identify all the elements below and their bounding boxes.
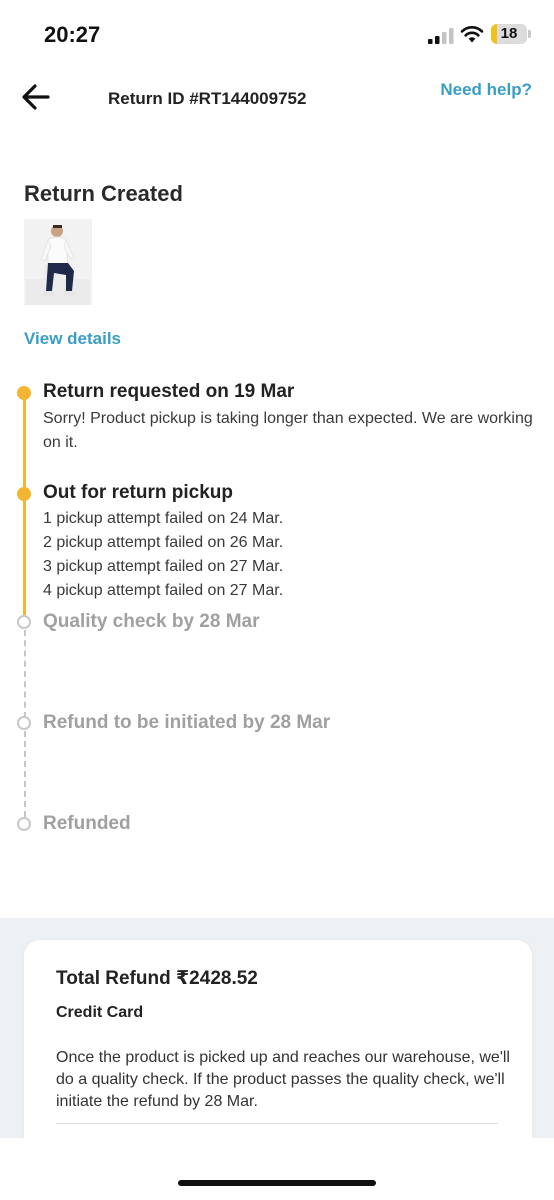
refund-method: Credit Card bbox=[56, 1004, 144, 1021]
pickup-attempt-item: 4 pickup attempt failed on 27 Mar. bbox=[43, 582, 284, 599]
timeline-line-pending bbox=[24, 630, 26, 718]
timeline-dot-completed bbox=[17, 386, 31, 400]
cellular-signal-icon bbox=[428, 28, 454, 44]
timeline-line-pending bbox=[24, 731, 26, 817]
product-image bbox=[24, 219, 92, 305]
arrow-left-icon bbox=[22, 84, 50, 110]
status-time: 20:27 bbox=[44, 22, 101, 47]
step-title-return-requested: Return requested on 19 Mar bbox=[43, 381, 295, 402]
home-bar-area bbox=[0, 1138, 554, 1200]
return-status-title: Return Created bbox=[24, 181, 183, 206]
battery-icon: 18 bbox=[491, 24, 527, 44]
battery-level: 18 bbox=[500, 25, 518, 42]
timeline-dot-pending bbox=[17, 817, 31, 831]
battery-cap bbox=[528, 30, 531, 38]
card-divider bbox=[56, 1123, 498, 1124]
product-thumbnail[interactable] bbox=[24, 219, 92, 305]
return-id-title: Return ID #RT144009752 bbox=[108, 89, 307, 108]
step-title-out-for-pickup: Out for return pickup bbox=[43, 482, 233, 503]
refund-card: Total Refund ₹2428.52 Credit Card Once t… bbox=[24, 940, 532, 1140]
timeline-line-completed bbox=[23, 393, 26, 493]
timeline-line-completed bbox=[23, 493, 26, 615]
total-refund-amount: Total Refund ₹2428.52 bbox=[56, 968, 258, 989]
header: Return ID #RT144009752 Need help? bbox=[0, 70, 554, 130]
step-title-quality-check: Quality check by 28 Mar bbox=[43, 611, 260, 632]
refund-note: Once the product is picked up and reache… bbox=[56, 1049, 510, 1110]
timeline-dot-completed bbox=[17, 487, 31, 501]
step-title-refund-initiated: Refund to be initiated by 28 Mar bbox=[43, 712, 331, 733]
pickup-attempt-item: 2 pickup attempt failed on 26 Mar. bbox=[43, 534, 284, 551]
timeline-dot-pending bbox=[17, 716, 31, 730]
wifi-icon bbox=[460, 25, 484, 43]
pickup-attempt-item: 3 pickup attempt failed on 27 Mar. bbox=[43, 558, 284, 575]
home-indicator[interactable] bbox=[178, 1180, 376, 1186]
pickup-attempt-item: 1 pickup attempt failed on 24 Mar. bbox=[43, 510, 284, 527]
back-button[interactable] bbox=[20, 82, 54, 112]
timeline-dot-pending bbox=[17, 615, 31, 629]
view-details-link[interactable]: View details bbox=[24, 329, 121, 349]
step-title-refunded: Refunded bbox=[43, 813, 131, 834]
status-bar: 20:27 18 bbox=[0, 0, 554, 70]
step-description-return-requested: Sorry! Product pickup is taking longer t… bbox=[43, 410, 533, 451]
need-help-link[interactable]: Need help? bbox=[440, 80, 532, 100]
